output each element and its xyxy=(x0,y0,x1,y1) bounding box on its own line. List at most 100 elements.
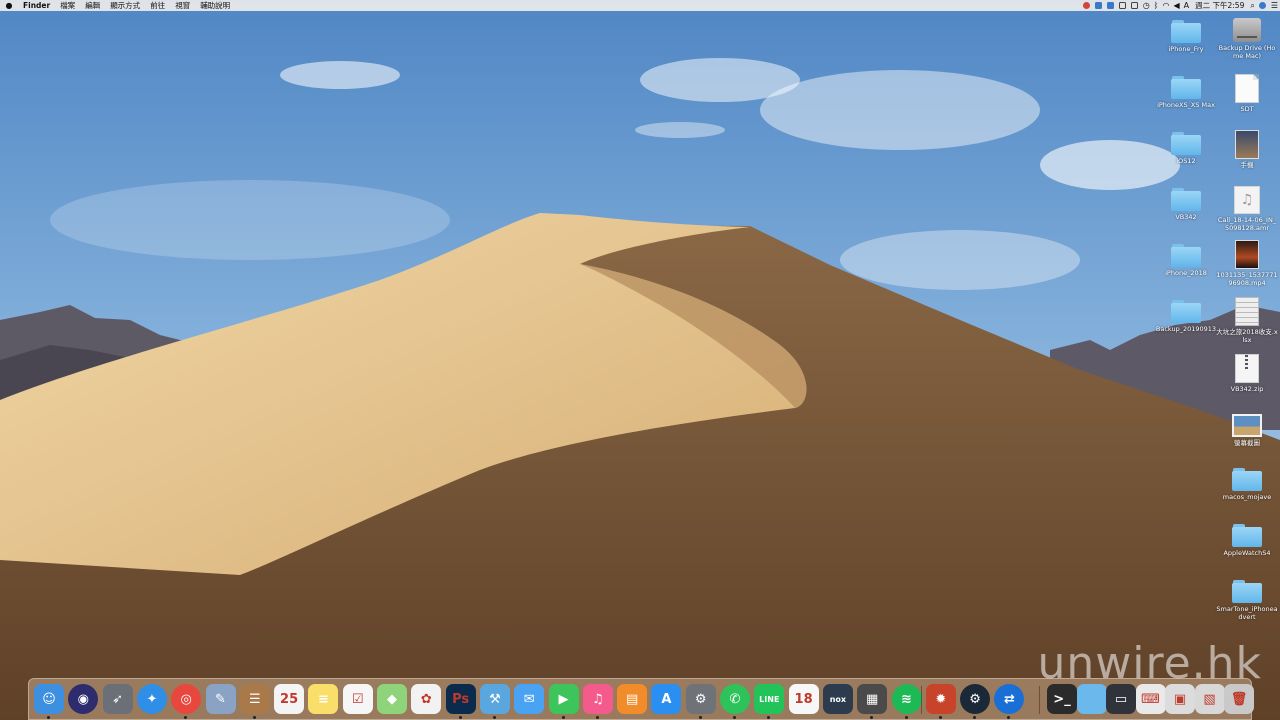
desktop-icon-macos-mojave[interactable]: macos_mojave xyxy=(1217,468,1277,501)
preview-icon[interactable]: ✎ xyxy=(205,684,236,714)
running-indicator xyxy=(595,716,599,719)
desktop-icon-iphone-fry[interactable]: iPhone_Fry xyxy=(1156,20,1216,53)
dropbox-icon[interactable] xyxy=(1095,2,1103,9)
status-area: ◷ ᛒ ◠ ◀ A 週二 下午2:59 ⌕ ☰ xyxy=(1081,0,1280,11)
input-source-icon[interactable]: A xyxy=(1184,1,1189,10)
desktop-icon-photo[interactable]: 手機 xyxy=(1217,130,1277,169)
desktop-icon-label: iPhone_2018 xyxy=(1165,269,1207,277)
desktop-icon-iphone-2018[interactable]: iPhone_2018 xyxy=(1156,244,1216,277)
menu-finder[interactable]: Finder xyxy=(18,0,55,11)
launchpad-icon[interactable]: ➶ xyxy=(102,684,133,714)
notes-icon[interactable]: ≡ xyxy=(308,684,339,714)
firewall-icon[interactable]: ✹ xyxy=(925,684,956,714)
reminders-icon[interactable]: ☑ xyxy=(342,684,373,714)
desktop-icon-label: 大坑之旅2018收支.xlsx xyxy=(1216,328,1278,344)
safari-icon[interactable]: ✦ xyxy=(136,684,167,714)
desktop-icon-label: macos_mojave xyxy=(1222,493,1272,501)
desktop-icon-sdt[interactable]: SDT xyxy=(1217,74,1277,113)
clipboard-icon[interactable] xyxy=(1119,2,1127,9)
screenshot-icon xyxy=(1232,414,1262,437)
folder-icon xyxy=(1171,188,1201,211)
screen-icon[interactable] xyxy=(1131,2,1139,9)
folder-icon xyxy=(1171,20,1201,43)
folder-icon xyxy=(1171,300,1201,323)
calculator-icon[interactable]: ▦ xyxy=(857,684,888,714)
document-icon xyxy=(1235,74,1259,103)
desktop-icon-backup-20190913[interactable]: Backup_20190913 xyxy=(1156,300,1216,333)
running-indicator xyxy=(733,716,736,719)
menu-go[interactable]: 前往 xyxy=(145,0,170,11)
nox-icon[interactable]: nox xyxy=(822,684,853,714)
app-store-icon[interactable]: A xyxy=(651,684,682,714)
desktop-icon-screenshot[interactable]: 螢幕截圖 xyxy=(1217,414,1277,447)
desktop-icon-label: 螢幕截圖 xyxy=(1234,439,1260,447)
apple-icon[interactable]: ● xyxy=(0,1,18,10)
folder-icon xyxy=(1171,132,1201,155)
desktop-icon-label: iOS12 xyxy=(1176,157,1196,165)
running-indicator xyxy=(938,716,942,719)
menu-view[interactable]: 顯示方式 xyxy=(105,0,145,11)
desktop-icon-ios12[interactable]: iOS12 xyxy=(1156,132,1216,165)
game18-icon[interactable]: 18 xyxy=(788,684,819,714)
facetime-icon[interactable]: ▶ xyxy=(548,684,579,714)
photoshop-icon[interactable]: Ps xyxy=(445,684,476,714)
window-stack-icon[interactable]: ▭ xyxy=(1106,684,1136,714)
desktop-icon-call-amr[interactable]: ♫ Call_18-14-06_IN_5098128.amr xyxy=(1217,186,1277,232)
desktop-icon-label: iPhone_Fry xyxy=(1168,45,1204,53)
desktop-icon-xlsx[interactable]: 大坑之旅2018收支.xlsx xyxy=(1216,297,1278,344)
terminal-stack-icon[interactable]: >_ xyxy=(1047,684,1077,714)
line-icon[interactable]: LINE xyxy=(754,684,785,714)
trash-icon[interactable]: 🗑 xyxy=(1224,684,1254,714)
system-preferences-icon[interactable]: ⚙ xyxy=(685,684,716,714)
desktop-icon-vb342[interactable]: VB342 xyxy=(1156,188,1216,221)
menu-help[interactable]: 輔助說明 xyxy=(195,0,235,11)
desktop-icon-label: Backup Drive (Home Mac) xyxy=(1218,44,1276,60)
steam-icon[interactable]: ⚙ xyxy=(960,684,991,714)
running-indicator xyxy=(458,716,462,719)
record-icon[interactable] xyxy=(1083,2,1091,9)
desktop-icon-label: VB342.zip xyxy=(1230,385,1264,393)
downloads-stack-icon[interactable]: ▣ xyxy=(1165,684,1195,714)
finder-icon[interactable]: ☺ xyxy=(34,684,64,714)
desktop-icon-label: SmarTone_iPhonea dvert xyxy=(1216,605,1278,621)
spotify-icon[interactable]: ≋ xyxy=(891,684,922,714)
calendar-icon[interactable]: 25 xyxy=(274,684,305,714)
menu-file[interactable]: 檔案 xyxy=(55,0,80,11)
contacts-icon[interactable]: ☰ xyxy=(239,684,270,714)
bluetooth-icon[interactable]: ᛒ xyxy=(1154,1,1159,10)
desktop-icon-label: Backup_20190913 xyxy=(1155,325,1217,333)
maps-icon[interactable]: ◆ xyxy=(377,684,407,714)
photo-thumbnail-icon xyxy=(1235,130,1259,159)
music-note-icon: ♫ xyxy=(1234,186,1260,214)
volume-icon[interactable]: ◀ xyxy=(1173,1,1179,10)
desktop-icon-iphonexs[interactable]: iPhoneXS_XS Max xyxy=(1156,76,1216,109)
keyboard-viewer-icon[interactable]: ⌨ xyxy=(1135,684,1166,714)
xcode-icon[interactable]: ⚒ xyxy=(479,684,510,714)
desktop-icon-vb342-zip[interactable]: VB342.zip xyxy=(1217,354,1277,393)
itunes-icon[interactable]: ♫ xyxy=(582,684,613,714)
photos-icon[interactable]: ✿ xyxy=(411,684,442,714)
folder-icon xyxy=(1232,468,1262,491)
siri-icon[interactable] xyxy=(1259,2,1267,9)
desktop-icon-smartone[interactable]: SmarTone_iPhonea dvert xyxy=(1216,580,1278,621)
photo-stack-icon[interactable]: ▧ xyxy=(1194,684,1225,714)
running-indicator xyxy=(252,716,256,719)
time-machine-icon[interactable]: ◷ xyxy=(1143,1,1150,10)
chrome-icon[interactable]: ◎ xyxy=(171,684,202,714)
notification-icon[interactable]: ☰ xyxy=(1271,1,1278,10)
wifi-icon[interactable]: ◠ xyxy=(1162,1,1169,10)
messages-icon[interactable]: ✉ xyxy=(514,684,545,714)
desktop-icon-label: AppleWatchS4 xyxy=(1223,549,1271,557)
folder-icon xyxy=(1171,244,1201,267)
menu-edit[interactable]: 編輯 xyxy=(80,0,105,11)
whatsapp-icon[interactable]: ✆ xyxy=(720,684,750,714)
books-icon[interactable]: ▤ xyxy=(617,684,648,714)
menu-clock[interactable]: 週二 下午2:59 xyxy=(1191,0,1248,11)
desktop-icon-video-mp4[interactable]: 1031135_1537771 96908.mp4 xyxy=(1216,240,1278,287)
teamviewer-icon[interactable] xyxy=(1107,2,1115,9)
search-icon[interactable]: ⌕ xyxy=(1250,1,1254,11)
desktop-icon-backup-drive[interactable]: Backup Drive (Home Mac) xyxy=(1217,18,1277,60)
desktop-icon-applewatchs4[interactable]: AppleWatchS4 xyxy=(1217,524,1277,557)
menu-window[interactable]: 視窗 xyxy=(170,0,195,11)
folder-stack-icon[interactable] xyxy=(1076,684,1107,714)
